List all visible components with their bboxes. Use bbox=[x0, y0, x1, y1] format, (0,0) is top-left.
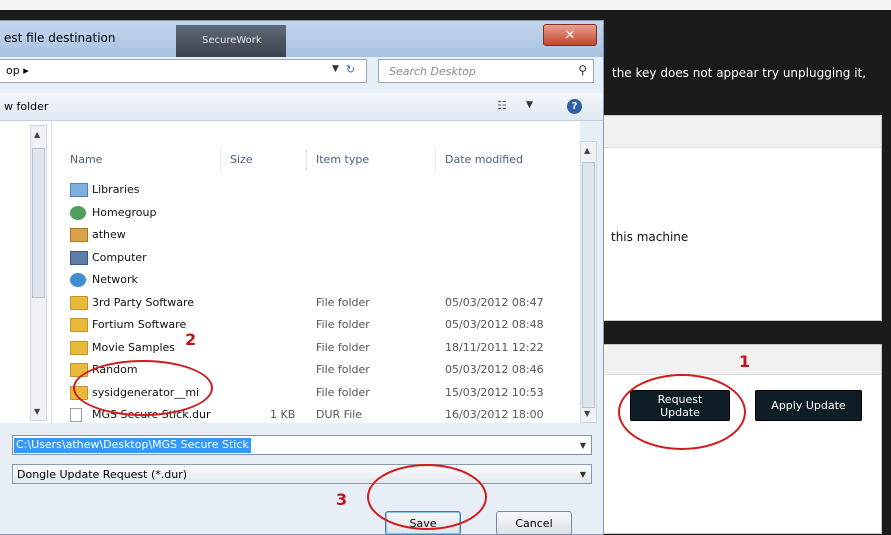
annotation-step-3: 3 bbox=[336, 490, 348, 509]
address-bar[interactable]: op ▸ ▼ ↻ bbox=[0, 59, 367, 83]
file-list-item[interactable]: 3rd Party Software File folder 05/03/2012 … bbox=[52, 293, 580, 315]
app-instruction-text: the key does not appear try unplugging i… bbox=[612, 66, 867, 80]
search-placeholder: Search Desktop bbox=[389, 65, 476, 78]
folder-icon bbox=[70, 340, 88, 355]
file-list-scroll-thumb[interactable] bbox=[582, 162, 595, 408]
file-icon bbox=[70, 408, 82, 422]
column-divider[interactable] bbox=[306, 149, 307, 171]
file-item-date: 05/03/2012 08:46 bbox=[445, 363, 544, 376]
file-item-name: Fortium Software bbox=[92, 318, 187, 331]
refresh-icon[interactable]: ↻ bbox=[346, 63, 355, 76]
user-folder-icon bbox=[70, 228, 88, 242]
request-update-button[interactable]: Request Update bbox=[630, 390, 730, 421]
address-path: op ▸ bbox=[6, 64, 29, 77]
file-item-name: athew bbox=[92, 228, 126, 241]
scroll-up-icon[interactable]: ▲ bbox=[34, 130, 40, 139]
file-item-date: 15/03/2012 10:53 bbox=[445, 385, 544, 399]
navigation-scrollbar[interactable]: ▲ ▼ bbox=[30, 125, 47, 421]
scroll-down-icon[interactable]: ▼ bbox=[34, 407, 40, 416]
dialog-title: est file destination bbox=[4, 31, 116, 45]
scroll-down-icon[interactable]: ▼ bbox=[584, 409, 590, 418]
file-item-name: MGS Secure Stick.dur bbox=[92, 408, 211, 421]
app-top-strip bbox=[0, 0, 891, 10]
view-options-icon[interactable]: ☷ bbox=[497, 99, 507, 112]
file-type-dropdown-icon[interactable]: ▼ bbox=[580, 470, 586, 479]
search-icon[interactable]: ⚲ bbox=[578, 63, 587, 77]
dialog-toolbar: w folder ☷ ▼ ? bbox=[0, 93, 603, 121]
device-panel bbox=[596, 115, 882, 321]
file-item-date: 05/03/2012 08:48 bbox=[445, 318, 544, 331]
cancel-button[interactable]: Cancel bbox=[496, 511, 572, 535]
network-icon bbox=[70, 273, 86, 287]
file-item-name: Network bbox=[92, 273, 138, 286]
file-item-date: 05/03/2012 08:47 bbox=[445, 295, 544, 309]
folder-icon bbox=[70, 295, 88, 310]
device-machine-text: this machine bbox=[611, 230, 689, 244]
close-icon: ✕ bbox=[564, 27, 576, 43]
file-item-name: Homegroup bbox=[92, 205, 157, 219]
folder-icon bbox=[70, 318, 88, 332]
apply-update-button[interactable]: Apply Update bbox=[755, 390, 862, 421]
file-name-value[interactable]: C:\Users\athew\Desktop\MGS Secure Stick bbox=[14, 438, 251, 453]
file-name-dropdown-icon[interactable]: ▼ bbox=[580, 441, 586, 450]
file-list-item[interactable]: Libraries bbox=[52, 180, 580, 202]
file-name-input[interactable]: C:\Users\athew\Desktop\MGS Secure Stick … bbox=[12, 435, 592, 455]
file-item-size: 1 KB bbox=[270, 408, 296, 421]
file-item-type: File folder bbox=[316, 295, 370, 309]
save-button[interactable]: Save bbox=[385, 511, 461, 535]
libraries-icon bbox=[70, 183, 88, 197]
dialog-titlebar[interactable]: est file destination SecureWork ✕ bbox=[0, 21, 603, 57]
column-header-date[interactable]: Date modified bbox=[445, 153, 523, 166]
file-list-item[interactable]: Computer bbox=[52, 248, 580, 270]
file-item-date: 16/03/2012 18:00 bbox=[445, 408, 544, 421]
file-item-date: 18/11/2011 12:22 bbox=[445, 340, 544, 354]
file-item-type: DUR File bbox=[316, 408, 363, 421]
computer-icon bbox=[70, 250, 88, 265]
file-item-name: Libraries bbox=[92, 183, 140, 196]
column-header-type[interactable]: Item type bbox=[316, 153, 369, 166]
file-item-type: File folder bbox=[316, 340, 370, 354]
file-type-select[interactable]: Dongle Update Request (*.dur) ▼ bbox=[12, 464, 592, 484]
column-divider[interactable] bbox=[435, 149, 436, 171]
folder-icon bbox=[70, 363, 88, 377]
file-list-item[interactable]: Random File folder 05/03/2012 08:46 bbox=[52, 360, 580, 382]
file-list-item[interactable]: MGS Secure Stick.dur 1 KB DUR File 16/03/20… bbox=[52, 405, 580, 427]
update-panel bbox=[596, 344, 882, 534]
new-folder-button[interactable]: w folder bbox=[4, 100, 48, 113]
column-header-name[interactable]: Name bbox=[70, 153, 102, 166]
scroll-up-icon[interactable]: ▲ bbox=[584, 146, 590, 155]
file-list-item[interactable]: athew bbox=[52, 225, 580, 247]
file-list-item[interactable]: Movie Samples File folder 18/11/2011 12:22 bbox=[52, 338, 580, 360]
file-list: Name Size Item type Date modified Librar… bbox=[52, 121, 580, 423]
device-panel-header bbox=[597, 116, 881, 148]
file-list-scrollbar[interactable]: ▲ ▼ bbox=[580, 141, 597, 423]
file-item-type: File folder bbox=[316, 385, 370, 399]
search-input[interactable]: Search Desktop ⚲ bbox=[378, 59, 594, 83]
background-window-tab: SecureWork bbox=[176, 25, 286, 57]
navigation-scroll-thumb[interactable] bbox=[32, 148, 45, 298]
file-list-item[interactable]: sysidgenerator__mi File folder 15/03/2012 … bbox=[52, 383, 580, 405]
file-item-name: sysidgenerator__mi bbox=[92, 385, 200, 399]
homegroup-icon bbox=[70, 205, 86, 220]
file-item-type: File folder bbox=[316, 363, 370, 376]
help-icon[interactable]: ? bbox=[567, 99, 582, 114]
file-list-item[interactable]: Fortium Software File folder 05/03/2012 08… bbox=[52, 315, 580, 337]
file-item-name: Random bbox=[92, 363, 138, 376]
address-dropdown-icon[interactable]: ▼ bbox=[332, 64, 339, 74]
annotation-step-1: 1 bbox=[739, 352, 751, 371]
column-header-size[interactable]: Size bbox=[230, 153, 253, 166]
file-item-type: File folder bbox=[316, 318, 370, 331]
file-item-name: Computer bbox=[92, 250, 147, 264]
file-item-name: 3rd Party Software bbox=[92, 295, 195, 309]
file-list-item[interactable]: Homegroup bbox=[52, 203, 580, 225]
save-file-dialog: est file destination SecureWork ✕ op ▸ ▼… bbox=[0, 20, 604, 535]
column-divider[interactable] bbox=[220, 149, 221, 171]
close-button[interactable]: ✕ bbox=[543, 24, 597, 46]
file-item-name: Movie Samples bbox=[92, 340, 176, 354]
file-type-value: Dongle Update Request (*.dur) bbox=[17, 468, 188, 481]
annotation-step-2: 2 bbox=[185, 330, 197, 349]
view-dropdown-icon[interactable]: ▼ bbox=[526, 100, 533, 110]
file-list-item[interactable]: Network bbox=[52, 270, 580, 292]
folder-icon bbox=[70, 385, 88, 400]
